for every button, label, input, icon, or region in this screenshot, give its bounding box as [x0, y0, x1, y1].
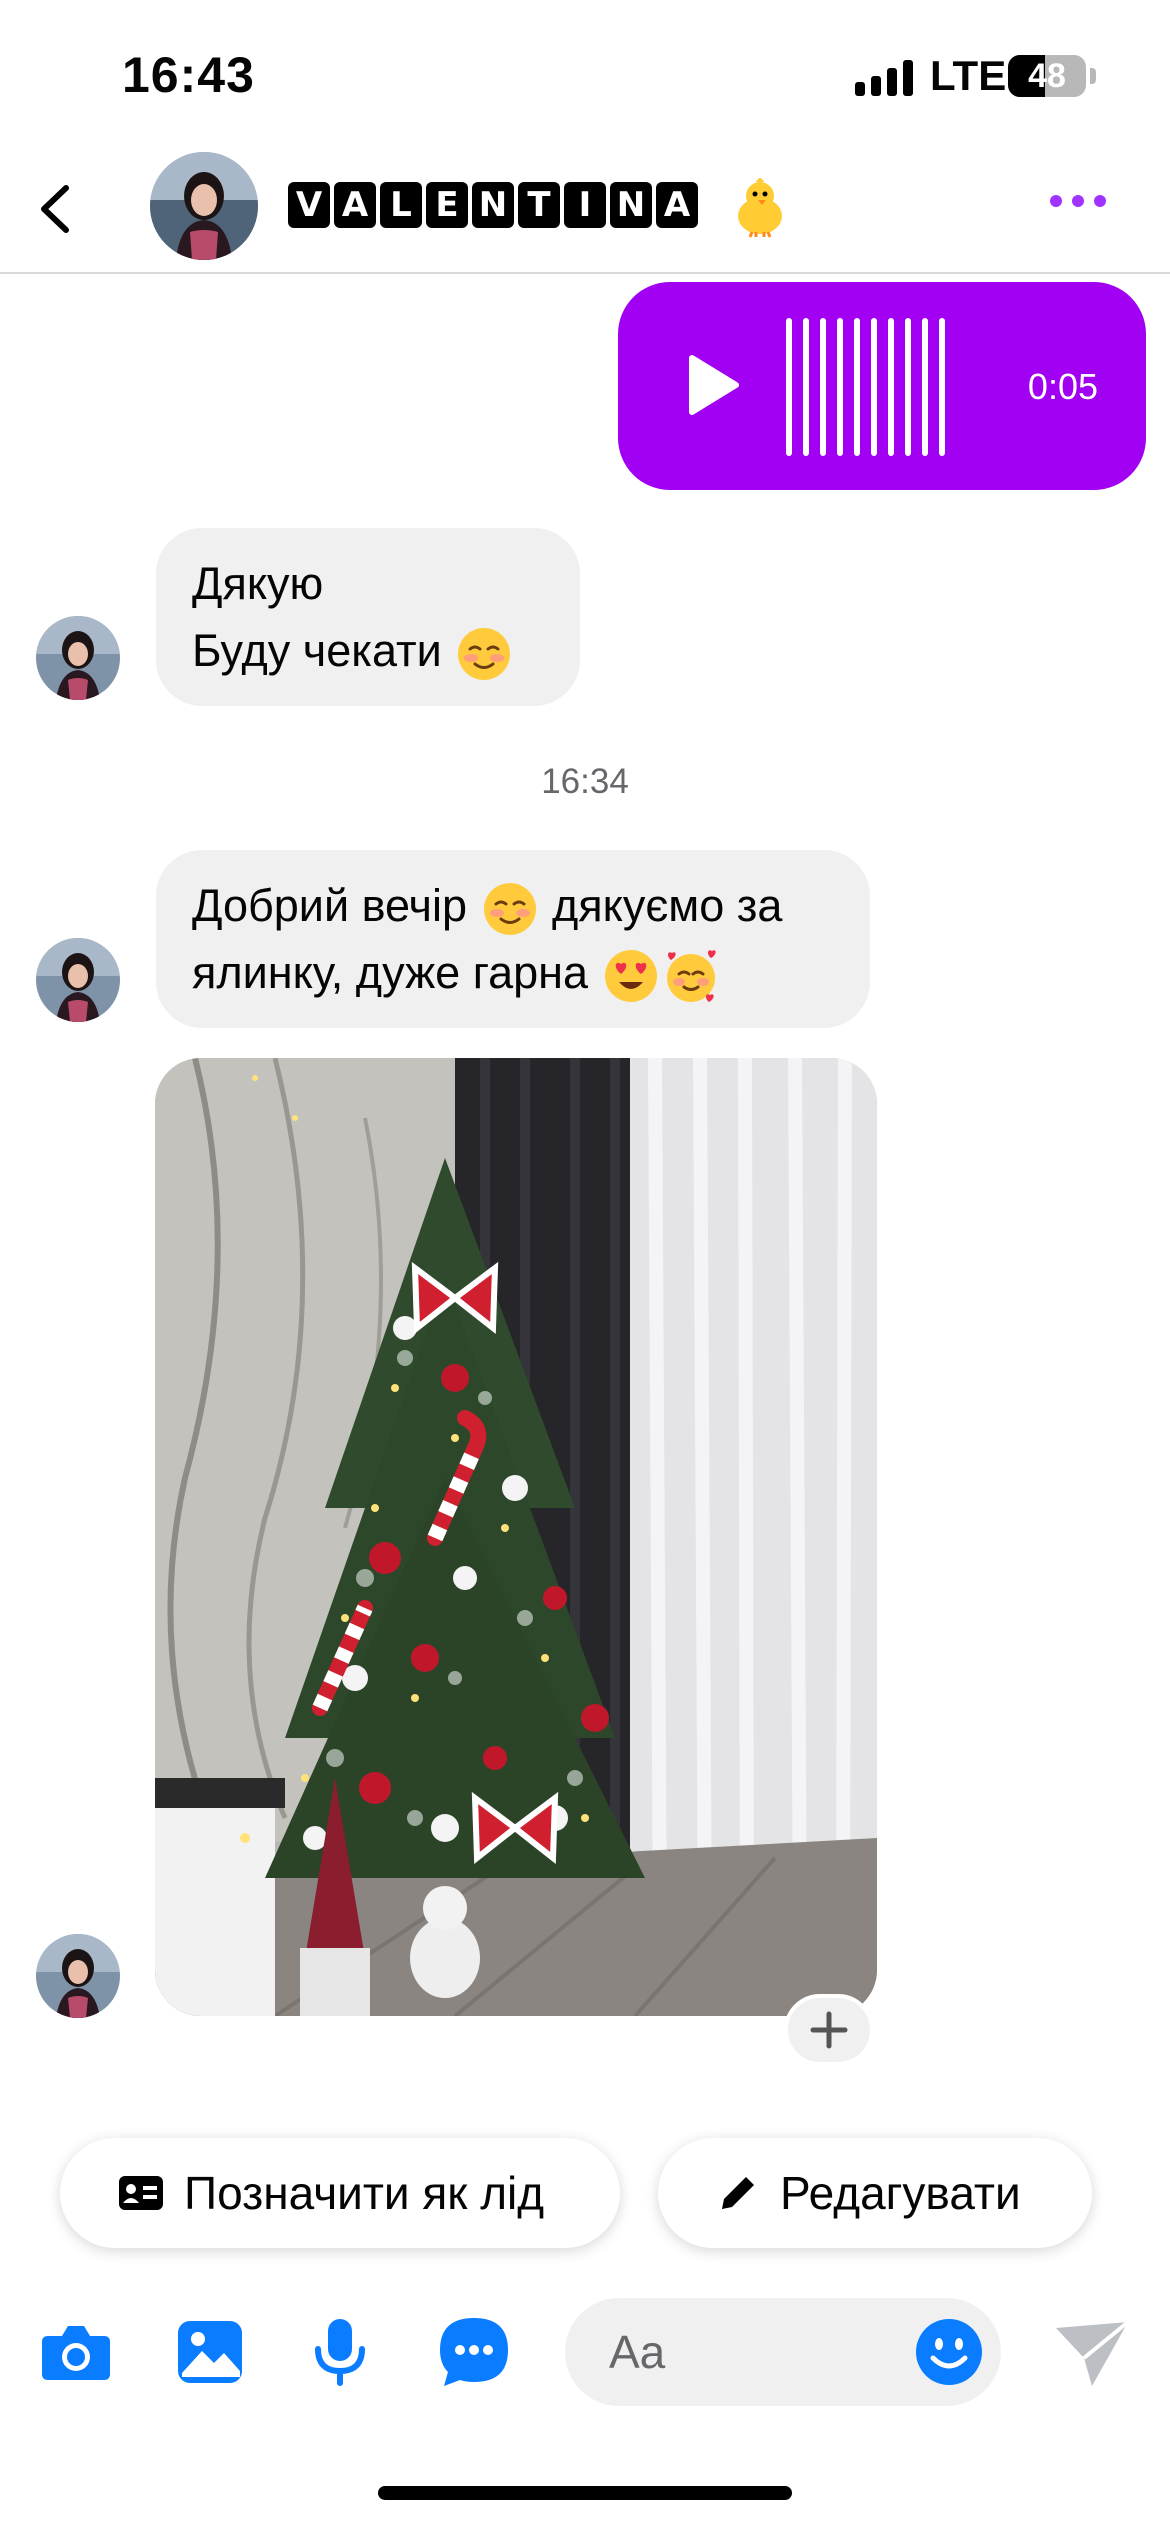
message-text-line: ялинку, дуже гарна	[192, 939, 834, 1006]
message-bubble[interactable]: Добрий вечір дякуємо за ялинку, дуже гар…	[156, 850, 870, 1028]
name-letter: E	[426, 182, 468, 228]
message-text-line: Буду чекати	[192, 617, 544, 684]
message-text: Дякую	[192, 558, 324, 609]
smiling-hearts-emoji-icon	[666, 950, 716, 1003]
chick-emoji-icon	[728, 174, 792, 238]
more-options-icon[interactable]	[1050, 195, 1106, 207]
chat-header: V A L E N T I N A	[0, 150, 1170, 274]
signal-icon	[855, 60, 913, 96]
microphone-icon[interactable]	[302, 2314, 378, 2390]
sender-avatar[interactable]	[36, 1934, 120, 2018]
name-letter: A	[334, 182, 376, 228]
message-text: ялинку, дуже гарна	[192, 947, 589, 998]
message-bubble[interactable]: Дякую Буду чекати	[156, 528, 580, 706]
battery-cap	[1090, 68, 1096, 84]
edit-label: Редагувати	[780, 2167, 1021, 2219]
add-reaction-button[interactable]	[784, 1994, 874, 2066]
edit-button[interactable]: Редагувати	[658, 2138, 1092, 2248]
plus-icon	[810, 2011, 848, 2049]
name-letter: A	[656, 182, 698, 228]
photo-christmas-tree[interactable]	[155, 1058, 877, 2016]
back-icon[interactable]	[20, 174, 90, 244]
network-label: LTE	[930, 52, 1007, 99]
message-text-line: Добрий вечір дякуємо за	[192, 872, 834, 939]
message-text: Буду чекати	[192, 625, 442, 676]
contact-avatar[interactable]	[150, 152, 258, 260]
name-letter: V	[288, 182, 330, 228]
voice-message[interactable]: 0:05	[618, 282, 1146, 490]
play-icon[interactable]	[684, 354, 742, 421]
sender-avatar[interactable]	[36, 616, 120, 700]
name-letter: N	[472, 182, 514, 228]
mark-as-lead-label: Позначити як лід	[184, 2167, 545, 2219]
sender-avatar[interactable]	[36, 938, 120, 1022]
name-letter: T	[518, 182, 560, 228]
id-card-icon	[119, 2176, 163, 2210]
smiling-blush-emoji-icon	[483, 883, 536, 936]
contact-name[interactable]: V A L E N T I N A	[288, 182, 698, 228]
quick-replies-icon[interactable]	[436, 2314, 512, 2390]
voice-duration: 0:05	[1027, 366, 1098, 407]
message-timestamp: 16:34	[541, 762, 629, 801]
status-time: 16:43	[122, 47, 255, 103]
send-icon[interactable]	[1052, 2318, 1132, 2390]
battery-level: 48	[1028, 57, 1066, 95]
message-input-wrapper	[565, 2298, 1001, 2406]
pencil-icon	[722, 2177, 754, 2209]
message-input[interactable]	[609, 2322, 909, 2382]
mark-as-lead-button[interactable]: Позначити як лід	[60, 2138, 620, 2248]
home-indicator	[378, 2486, 792, 2500]
camera-icon[interactable]	[38, 2314, 114, 2390]
message-text: Добрий вечір	[192, 880, 467, 931]
name-letter: L	[380, 182, 422, 228]
name-letter: N	[610, 182, 652, 228]
gallery-icon[interactable]	[172, 2314, 248, 2390]
smiling-blush-emoji-icon	[458, 628, 511, 681]
emoji-picker-icon[interactable]	[915, 2318, 983, 2386]
battery-icon: 48	[1008, 55, 1086, 97]
name-letter: I	[564, 182, 606, 228]
status-bar: 16:43 LTE 48	[0, 0, 1170, 150]
waveform	[786, 318, 945, 456]
heart-eyes-emoji-icon	[604, 950, 657, 1003]
message-text: дякуємо за	[552, 880, 783, 931]
